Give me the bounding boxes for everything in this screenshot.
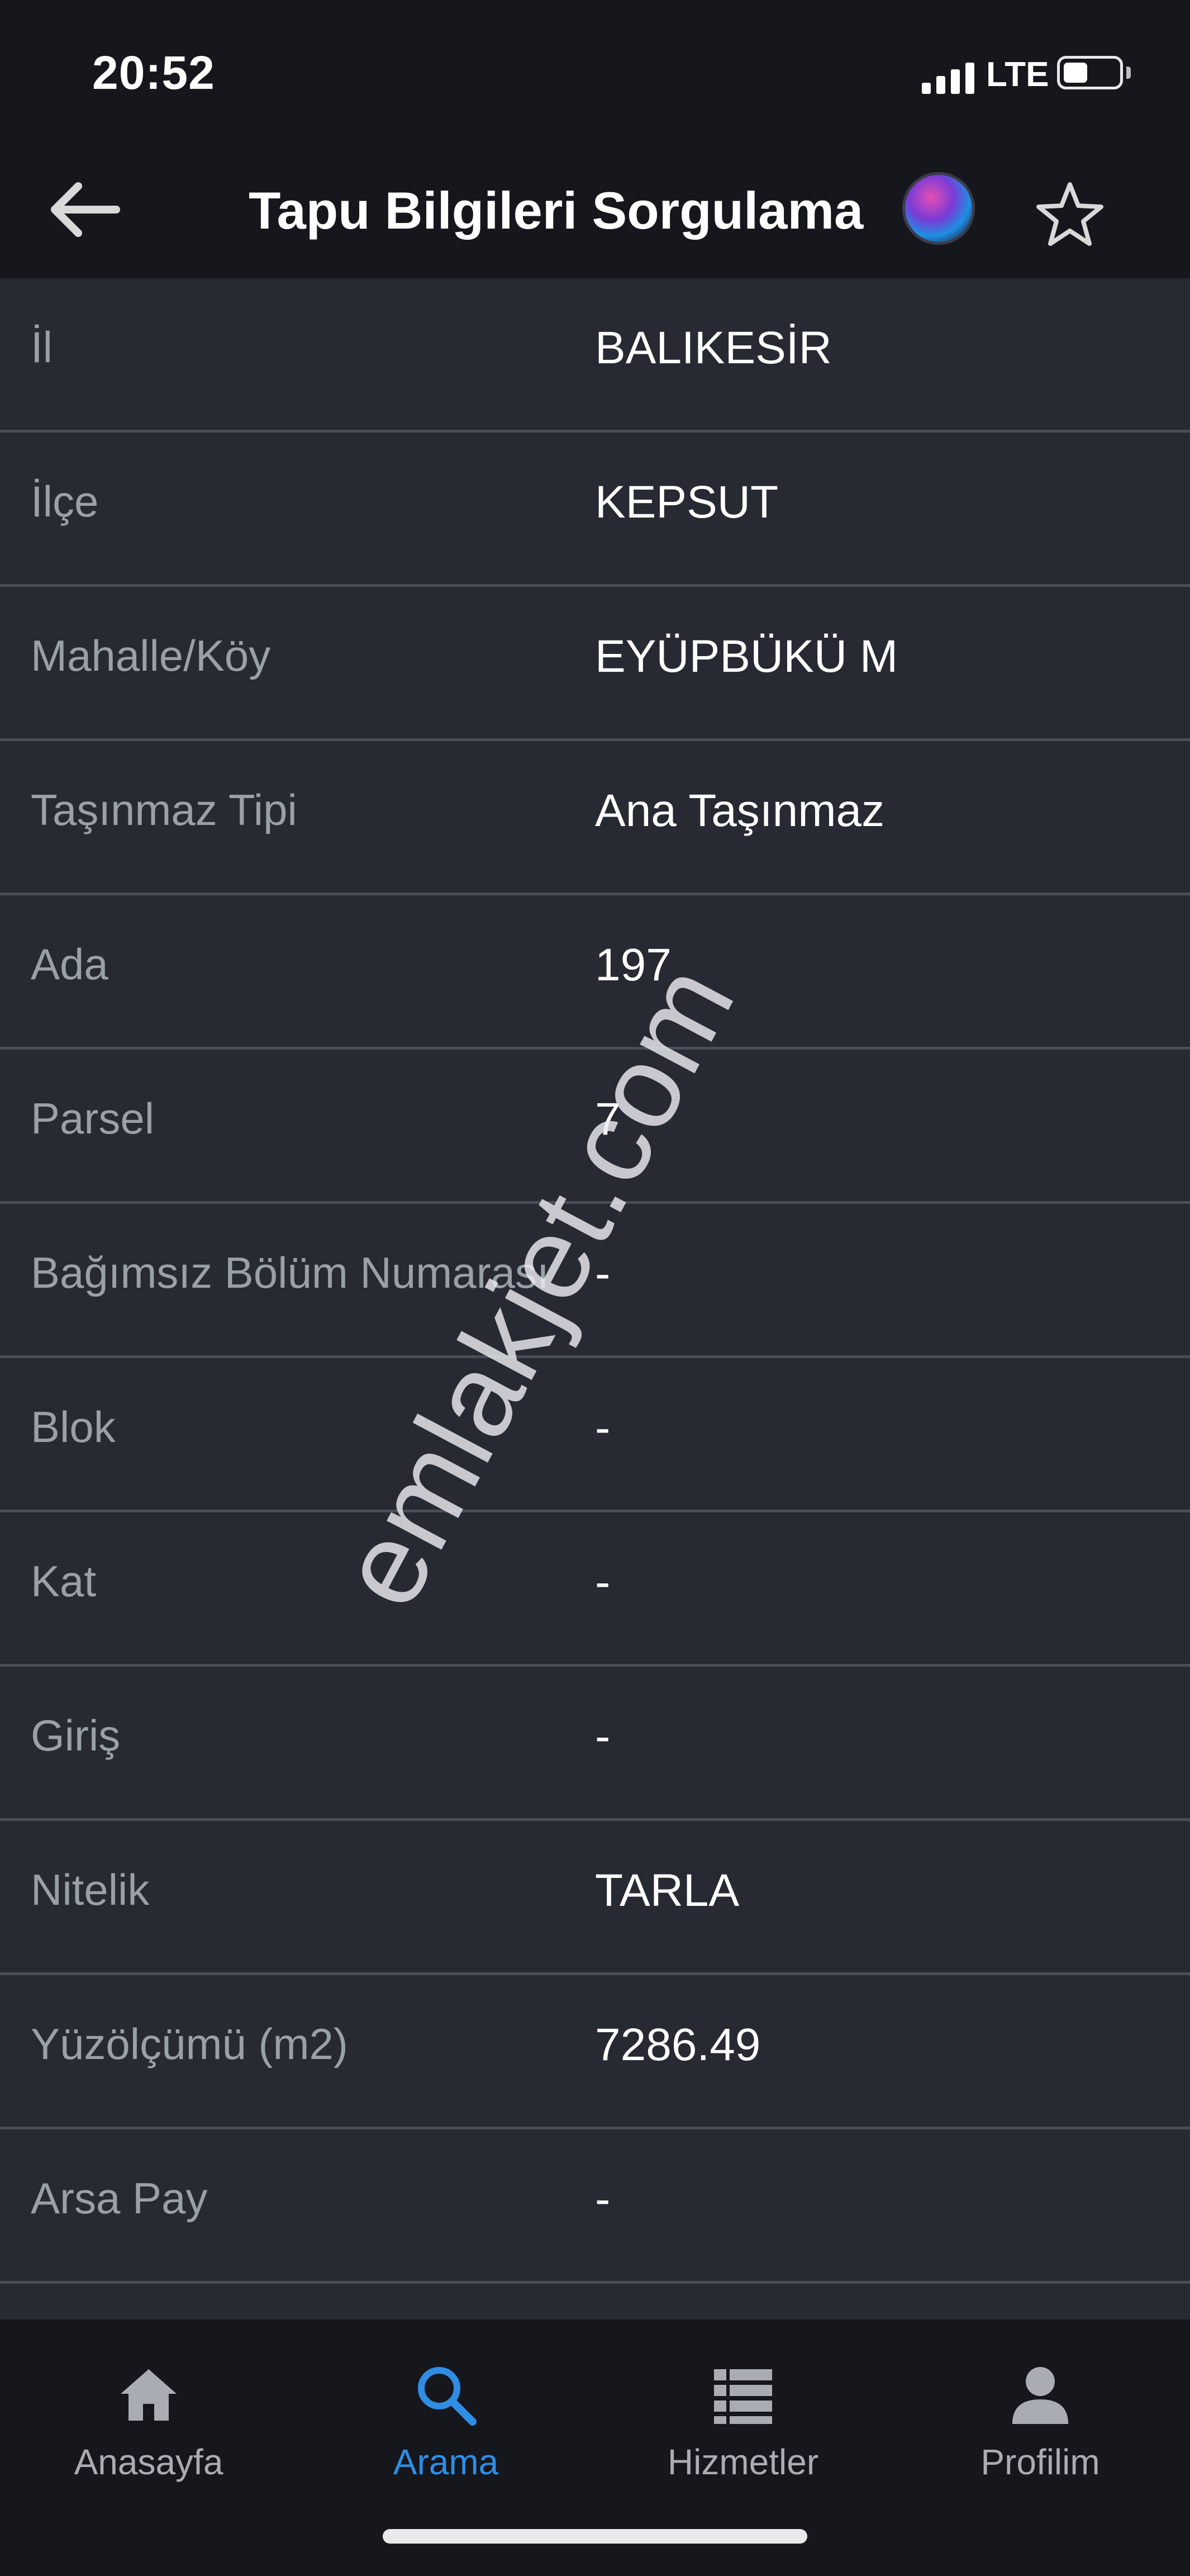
row-value: -	[595, 1557, 611, 1607]
row-value: BALIKESİR	[595, 322, 832, 373]
status-bar: 20:52 LTE	[0, 0, 1190, 151]
favorite-button[interactable]	[1034, 179, 1106, 252]
battery-icon	[1057, 56, 1123, 89]
row-label: Arsa Pay	[31, 2174, 208, 2223]
star-outline-icon	[1036, 182, 1103, 246]
row-value: Ana Taşınmaz	[595, 785, 885, 836]
tab-label: Anasayfa	[74, 2442, 223, 2482]
row-label: Parsel	[31, 1094, 155, 1143]
row-value: EYÜPBÜKÜ M	[595, 631, 898, 682]
row-value: -	[595, 1711, 611, 1762]
list-icon	[714, 2369, 772, 2424]
row-value: 197	[595, 940, 672, 990]
tab-anasayfa[interactable]: Anasayfa	[0, 2336, 297, 2504]
status-time: 20:52	[92, 46, 215, 99]
tab-label: Profilim	[980, 2442, 1100, 2482]
detail-row: Parsel 7	[0, 1050, 1190, 1204]
person-icon	[1012, 2367, 1068, 2424]
detail-row: Nitelik TARLA	[0, 1821, 1190, 1975]
row-value: 7286.49	[595, 2019, 761, 2070]
arrow-left-icon	[51, 182, 120, 237]
detail-row: Arsa Pay -	[0, 2129, 1190, 2284]
detail-row: Mahalle/Köy EYÜPBÜKÜ M	[0, 587, 1190, 741]
detail-row: Yüzölçümü (m2) 7286.49	[0, 1975, 1190, 2129]
detail-list: İl BALIKESİR İlçe KEPSUT Mahalle/Köy EYÜPBÜKÜ…	[0, 278, 1190, 2284]
detail-row: Bağımsız Bölüm Numarası -	[0, 1204, 1190, 1358]
screen: 20:52 LTE Tapu Bilgileri Sorgulama İl BAL…	[0, 0, 1190, 2576]
row-value: -	[595, 1402, 611, 1453]
row-label: Yüzölçümü (m2)	[31, 2019, 348, 2069]
battery-tip	[1126, 67, 1131, 79]
home-icon	[121, 2369, 177, 2421]
tab-profilim[interactable]: Profilim	[892, 2336, 1189, 2504]
detail-row: İl BALIKESİR	[0, 278, 1190, 433]
row-label: Kat	[31, 1557, 97, 1606]
row-label: İl	[31, 322, 53, 372]
detail-row: Blok -	[0, 1358, 1190, 1512]
detail-row: Giriş -	[0, 1667, 1190, 1821]
search-icon	[418, 2367, 477, 2426]
detail-row: Ada 197	[0, 895, 1190, 1050]
page-title: Tapu Bilgileri Sorgulama	[249, 181, 864, 240]
network-type: LTE	[986, 55, 1049, 94]
detail-row: Taşınmaz Tipi Ana Taşınmaz	[0, 741, 1190, 895]
row-value: -	[595, 2174, 611, 2224]
row-value: KEPSUT	[595, 477, 779, 528]
row-value: TARLA	[595, 1865, 740, 1916]
cellular-signal-icon	[922, 60, 978, 94]
detail-row: İlçe KEPSUT	[0, 433, 1190, 587]
row-label: Nitelik	[31, 1865, 150, 1914]
siri-icon[interactable]	[902, 172, 975, 245]
tab-arama[interactable]: Arama	[297, 2336, 594, 2504]
row-label: Bağımsız Bölüm Numarası	[31, 1248, 549, 1297]
detail-row: Kat -	[0, 1512, 1190, 1667]
row-label: Giriş	[31, 1711, 121, 1760]
row-label: Blok	[31, 1402, 116, 1451]
tab-label: Hizmetler	[667, 2442, 819, 2482]
home-indicator[interactable]	[383, 2529, 807, 2544]
tab-label: Arama	[393, 2442, 499, 2482]
row-label: Mahalle/Köy	[31, 631, 271, 680]
row-label: Ada	[31, 940, 108, 989]
battery-level	[1064, 63, 1087, 83]
row-value: 7	[595, 1094, 621, 1145]
tab-hizmetler[interactable]: Hizmetler	[594, 2336, 892, 2504]
row-value: -	[595, 1248, 611, 1299]
row-label: İlçe	[31, 477, 99, 526]
header: Tapu Bilgileri Sorgulama	[0, 151, 1190, 278]
row-label: Taşınmaz Tipi	[31, 785, 297, 834]
back-button[interactable]	[44, 176, 122, 243]
